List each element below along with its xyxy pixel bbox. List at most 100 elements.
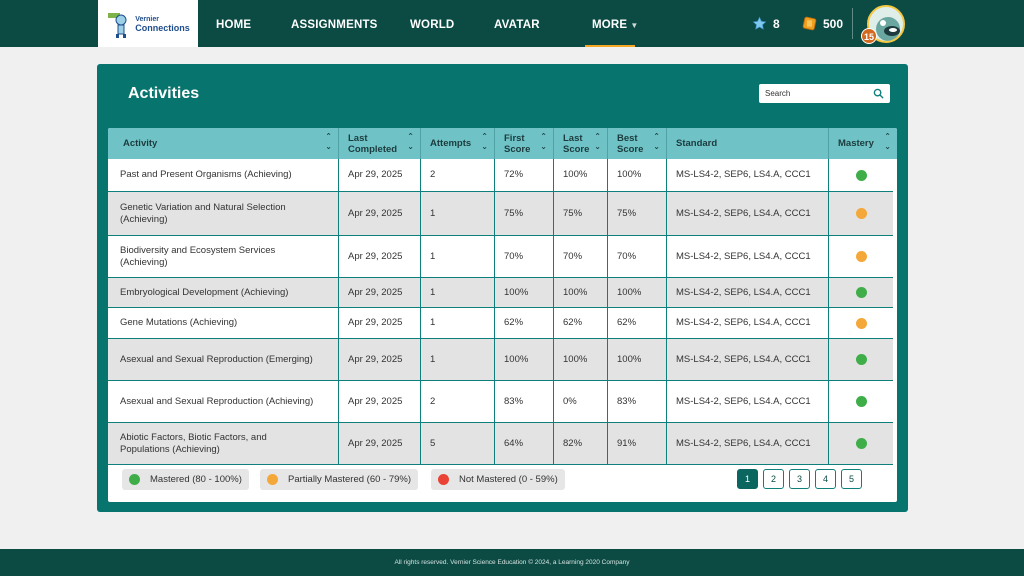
cell-last-completed: Apr 29, 2025 xyxy=(339,192,421,235)
cell-standard-text: MS-LS4-2, SEP6, LS4.A, CCC1 xyxy=(676,169,811,180)
cell-last-completed: Apr 29, 2025 xyxy=(339,159,421,191)
page-button-3[interactable]: 3 xyxy=(789,469,810,489)
sort-icon[interactable]: ⌃ ⌄ xyxy=(481,132,488,152)
cell-first-score-text: 100% xyxy=(504,286,529,298)
mastery-dot-orange xyxy=(855,317,867,329)
logo[interactable]: Vernier Connections xyxy=(98,0,198,47)
sort-icon[interactable]: ⌃ ⌄ xyxy=(884,132,891,152)
column-activity[interactable]: Activity ⌃ ⌄ xyxy=(108,128,339,159)
cell-last-score-text: 100% xyxy=(563,286,588,298)
cell-last-score: 70% xyxy=(554,236,608,277)
table-row[interactable]: Genetic Variation and Natural Selection … xyxy=(108,192,893,236)
sort-icon[interactable]: ⌃ ⌄ xyxy=(325,132,332,152)
table-row[interactable]: Gene Mutations (Achieving) Apr 29, 2025 1 6… xyxy=(108,308,893,339)
table-row[interactable]: Biodiversity and Ecosystem Services (Ach… xyxy=(108,236,893,278)
cell-attempts-text: 2 xyxy=(430,169,436,180)
cell-first-score-text: 64% xyxy=(504,437,524,449)
cell-standard-text: MS-LS4-2, SEP6, LS4.A, CCC1 xyxy=(676,317,811,328)
table-row[interactable]: Past and Present Organisms (Achieving) Ap… xyxy=(108,159,893,192)
nav-more[interactable]: MORE ▼ xyxy=(585,0,638,47)
mastery-dot-green xyxy=(855,169,867,181)
cell-activity: Embryological Development (Achieving) xyxy=(108,278,339,307)
table-row[interactable]: Abiotic Factors, Biotic Factors, and Pop… xyxy=(108,423,893,465)
table-row[interactable]: Embryological Development (Achieving) Apr… xyxy=(108,278,893,308)
cell-last-completed-text: Apr 29, 2025 xyxy=(348,317,403,328)
column-last-completed[interactable]: Last Completed ⌃ ⌄ xyxy=(339,128,421,159)
column-mastery[interactable]: Mastery ⌃ ⌄ xyxy=(829,128,897,159)
cell-activity: Biodiversity and Ecosystem Services (Ach… xyxy=(108,236,339,277)
mastery-dot-green xyxy=(855,354,867,365)
cell-last-score: 100% xyxy=(554,278,608,307)
cell-best-score-text: 75% xyxy=(617,207,637,219)
table-header: Activity ⌃ ⌄ Last Completed ⌃ ⌄ Attempts ⌃… xyxy=(108,128,897,159)
cell-standard: MS-LS4-2, SEP6, LS4.A, CCC1 xyxy=(667,278,829,307)
cell-first-score: 72% xyxy=(495,159,554,191)
column-last-score[interactable]: Last Score ⌃ ⌄ xyxy=(554,128,608,159)
page-title: Activities xyxy=(128,85,200,102)
cell-last-score-text: 100% xyxy=(563,169,588,180)
cell-last-score-text: 82% xyxy=(563,437,583,449)
nav-home[interactable]: HOME xyxy=(216,0,251,47)
nav-assignments[interactable]: ASSIGNMENTS xyxy=(291,0,378,47)
cell-best-score-text: 100% xyxy=(617,169,642,180)
sort-icon[interactable]: ⌃ ⌄ xyxy=(653,132,660,152)
search-icon[interactable] xyxy=(873,88,884,99)
cell-activity: Gene Mutations (Achieving) xyxy=(108,308,339,338)
cell-mastery xyxy=(829,381,893,422)
cell-mastery xyxy=(829,278,893,307)
cell-first-score: 62% xyxy=(495,308,554,338)
cell-standard: MS-LS4-2, SEP6, LS4.A, CCC1 xyxy=(667,423,829,464)
cell-standard-text: MS-LS4-2, SEP6, LS4.A, CCC1 xyxy=(676,207,811,219)
cell-last-score: 82% xyxy=(554,423,608,464)
cell-last-completed: Apr 29, 2025 xyxy=(339,236,421,277)
cell-standard-text: MS-LS4-2, SEP6, LS4.A, CCC1 xyxy=(676,353,811,365)
cell-attempts: 2 xyxy=(421,159,495,191)
column-best-score[interactable]: Best Score ⌃ ⌄ xyxy=(608,128,667,159)
logo-line2: Connections xyxy=(135,22,190,33)
cell-last-completed: Apr 29, 2025 xyxy=(339,423,421,464)
cell-last-score: 75% xyxy=(554,192,608,235)
cell-last-completed-text: Apr 29, 2025 xyxy=(348,286,403,298)
cell-best-score: 75% xyxy=(608,192,667,235)
table-row[interactable]: Asexual and Sexual Reproduction (Emergin… xyxy=(108,339,893,381)
search-box[interactable] xyxy=(759,84,890,103)
cell-attempts-text: 1 xyxy=(430,207,436,219)
nav-avatar[interactable]: AVATAR xyxy=(494,0,540,47)
legend-dot-orange xyxy=(267,474,278,485)
nav-divider xyxy=(852,8,853,39)
cell-first-score-text: 83% xyxy=(504,395,524,407)
page-button-4[interactable]: 4 xyxy=(815,469,836,489)
cell-attempts: 1 xyxy=(421,236,495,277)
page-button-1[interactable]: 1 xyxy=(737,469,758,489)
column-attempts[interactable]: Attempts ⌃ ⌄ xyxy=(421,128,495,159)
level-badge: 15 xyxy=(861,28,877,44)
column-label: Mastery xyxy=(838,138,874,149)
cell-activity-text: Asexual and Sexual Reproduction (Emergin… xyxy=(120,353,313,365)
cell-first-score-text: 72% xyxy=(504,169,524,180)
cell-best-score: 100% xyxy=(608,159,667,191)
cell-standard-text: MS-LS4-2, SEP6, LS4.A, CCC1 xyxy=(676,250,811,262)
cell-first-score: 83% xyxy=(495,381,554,422)
cell-standard: MS-LS4-2, SEP6, LS4.A, CCC1 xyxy=(667,192,829,235)
nav-world[interactable]: WORLD xyxy=(410,0,454,47)
search-input[interactable] xyxy=(765,89,865,98)
page-button-2[interactable]: 2 xyxy=(763,469,784,489)
top-navigation-bar: Vernier Connections HOME ASSIGNMENTS WOR… xyxy=(0,0,1024,47)
cell-standard: MS-LS4-2, SEP6, LS4.A, CCC1 xyxy=(667,236,829,277)
cell-best-score: 70% xyxy=(608,236,667,277)
cell-last-score-text: 62% xyxy=(563,317,583,328)
sort-icon[interactable]: ⌃ ⌄ xyxy=(540,132,547,152)
cell-attempts-text: 1 xyxy=(430,353,436,365)
sort-icon[interactable]: ⌃ ⌄ xyxy=(407,132,414,152)
column-first-score[interactable]: First Score ⌃ ⌄ xyxy=(495,128,554,159)
sort-icon[interactable]: ⌃ ⌄ xyxy=(594,132,601,152)
cell-first-score-text: 62% xyxy=(504,317,524,328)
page-button-5[interactable]: 5 xyxy=(841,469,862,489)
cell-attempts-text: 1 xyxy=(430,250,436,262)
table-row[interactable]: Asexual and Sexual Reproduction (Achievi… xyxy=(108,381,893,423)
cell-last-completed-text: Apr 29, 2025 xyxy=(348,353,403,365)
cell-last-score: 100% xyxy=(554,159,608,191)
cell-last-completed: Apr 29, 2025 xyxy=(339,339,421,380)
coins-counter: 500 xyxy=(802,0,843,47)
column-label: Last Completed xyxy=(348,132,398,155)
